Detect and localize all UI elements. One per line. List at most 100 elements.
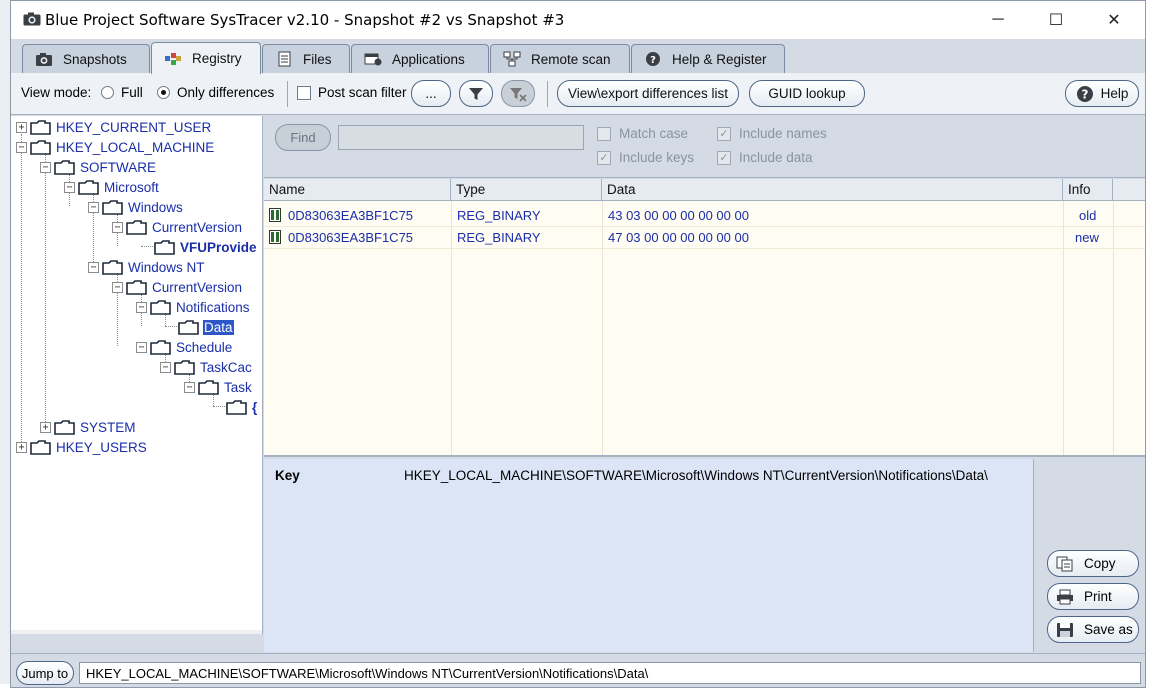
save-as-button[interactable]: Save as [1047, 616, 1139, 643]
camera-icon [23, 12, 41, 26]
collapse-icon[interactable]: − [16, 141, 27, 153]
folder-icon [126, 219, 147, 235]
collapse-icon[interactable]: − [184, 381, 195, 393]
collapse-icon[interactable]: − [136, 301, 147, 313]
registry-tree: + HKEY_CURRENT_USER − HKEY_LOCAL_MACHINE −… [11, 116, 263, 634]
status-bar: Jump to HKEY_LOCAL_MACHINE\SOFTWARE\Micr… [11, 653, 1145, 687]
tree-horizontal-scrollbar[interactable]: < > [11, 630, 262, 634]
tab-applications[interactable]: Applications [351, 44, 489, 73]
tab-files[interactable]: Files [262, 44, 350, 73]
view-mode-label: View mode: [21, 85, 92, 100]
tab-remote-scan[interactable]: Remote scan [490, 44, 630, 73]
close-button[interactable]: ✕ [1085, 1, 1143, 39]
column-header-name[interactable]: Name [264, 179, 451, 201]
table-row[interactable]: 0D83063EA3BF1C75 REG_BINARY 43 03 00 00 … [264, 205, 1145, 227]
tree-node-system[interactable]: + SYSTEM [40, 418, 137, 436]
search-panel: Find Match case ✓ Include names ✓ Include … [264, 116, 1145, 178]
tree-node-task-guid[interactable]: { [226, 398, 258, 416]
view-mode-full-label[interactable]: Full [121, 85, 143, 100]
include-data-checkbox[interactable]: ✓ [717, 150, 731, 165]
collapse-icon[interactable]: − [112, 221, 123, 233]
help-button[interactable]: ? Help [1065, 80, 1139, 107]
key-label: Key [275, 468, 300, 483]
expand-icon[interactable]: + [40, 421, 51, 433]
folder-icon [154, 239, 175, 255]
tree-node-data[interactable]: Data [178, 318, 234, 336]
cell-data: 47 03 00 00 00 00 00 00 [608, 230, 749, 245]
tree-node-windows-nt[interactable]: − Windows NT [88, 258, 206, 276]
jump-to-button[interactable]: Jump to [16, 661, 74, 685]
view-export-differences-button[interactable]: View\export differences list [557, 80, 739, 107]
tree-node-hkey-current-user[interactable]: + HKEY_CURRENT_USER [16, 118, 212, 136]
tree-node-task[interactable]: − Task [184, 378, 253, 396]
collapse-icon[interactable]: − [88, 261, 99, 273]
scroll-left-arrow[interactable]: < [17, 631, 26, 634]
include-keys-checkbox[interactable]: ✓ [597, 150, 611, 165]
post-scan-filter-options-button[interactable]: ... [411, 80, 451, 107]
tree-node-vfuprovider[interactable]: VFUProvide [154, 238, 258, 256]
tree-node-windows[interactable]: − Windows [88, 198, 184, 216]
registry-icon [165, 52, 181, 65]
tab-help-register[interactable]: ? Help & Register [631, 44, 785, 73]
expand-icon[interactable]: + [16, 441, 27, 453]
tab-label: Applications [392, 51, 465, 67]
view-mode-only-differences-label[interactable]: Only differences [177, 85, 274, 100]
view-mode-full-radio[interactable] [101, 86, 114, 99]
column-header-data[interactable]: Data [602, 179, 1063, 201]
match-case-option[interactable]: Match case [597, 126, 688, 141]
folder-icon [178, 319, 199, 335]
expand-icon[interactable]: + [16, 121, 27, 133]
cell-name: 0D83063EA3BF1C75 [288, 208, 414, 223]
view-mode-only-differences-radio[interactable] [157, 86, 170, 99]
include-keys-option[interactable]: ✓ Include keys [597, 150, 694, 165]
table-row[interactable]: 0D83063EA3BF1C75 REG_BINARY 47 03 00 00 … [264, 227, 1145, 249]
tree-connector [45, 154, 46, 426]
help-icon: ? [1076, 85, 1093, 102]
tree-node-currentversion-nt[interactable]: − CurrentVersion [112, 278, 243, 296]
binary-value-icon [269, 230, 281, 244]
tree-node-software[interactable]: − SOFTWARE [40, 158, 157, 176]
collapse-icon[interactable]: − [136, 341, 147, 353]
scroll-right-arrow[interactable]: > [243, 631, 252, 634]
cell-name: 0D83063EA3BF1C75 [288, 230, 414, 245]
post-scan-filter-checkbox[interactable] [297, 86, 311, 100]
cell-info: new [1075, 230, 1099, 245]
folder-icon [126, 279, 147, 295]
tree-node-hkey-local-machine[interactable]: − HKEY_LOCAL_MACHINE [16, 138, 215, 156]
collapse-icon[interactable]: − [160, 361, 171, 373]
include-names-option[interactable]: ✓ Include names [717, 126, 827, 141]
collapse-icon[interactable]: − [88, 201, 99, 213]
tree-node-microsoft[interactable]: − Microsoft [64, 178, 160, 196]
collapse-icon[interactable]: − [64, 181, 75, 193]
tab-snapshots[interactable]: Snapshots [22, 44, 150, 73]
find-button[interactable]: Find [275, 124, 331, 151]
folder-icon [198, 379, 219, 395]
folder-icon [78, 179, 99, 195]
find-input[interactable] [338, 125, 584, 150]
collapse-icon[interactable]: − [112, 281, 123, 293]
minimize-button[interactable]: ─ [969, 1, 1027, 39]
network-icon [503, 51, 521, 67]
path-field[interactable]: HKEY_LOCAL_MACHINE\SOFTWARE\Microsoft\Wi… [79, 662, 1141, 684]
clear-filter-button[interactable] [501, 80, 535, 107]
tree-node-schedule[interactable]: − Schedule [136, 338, 233, 356]
tab-registry[interactable]: Registry [151, 42, 261, 74]
include-data-option[interactable]: ✓ Include data [717, 150, 813, 165]
tree-node-notifications[interactable]: − Notifications [136, 298, 251, 316]
print-button[interactable]: Print [1047, 583, 1139, 610]
tree-node-taskcache[interactable]: − TaskCac [160, 358, 253, 376]
post-scan-filter-label[interactable]: Post scan filter [318, 85, 407, 100]
tree-node-currentversion[interactable]: − CurrentVersion [112, 218, 243, 236]
match-case-checkbox[interactable] [597, 126, 611, 141]
collapse-icon[interactable]: − [40, 161, 51, 173]
include-names-checkbox[interactable]: ✓ [717, 126, 731, 141]
cell-info: old [1079, 208, 1097, 223]
column-header-info[interactable]: Info [1063, 179, 1113, 201]
column-header-type[interactable]: Type [451, 179, 602, 201]
guid-lookup-button[interactable]: GUID lookup [749, 80, 865, 107]
maximize-button[interactable]: ☐ [1027, 1, 1085, 39]
tree-node-hkey-users[interactable]: + HKEY_USERS [16, 438, 148, 456]
filter-button[interactable] [459, 80, 493, 107]
copy-button[interactable]: Copy [1047, 550, 1139, 577]
folder-icon [174, 359, 195, 375]
